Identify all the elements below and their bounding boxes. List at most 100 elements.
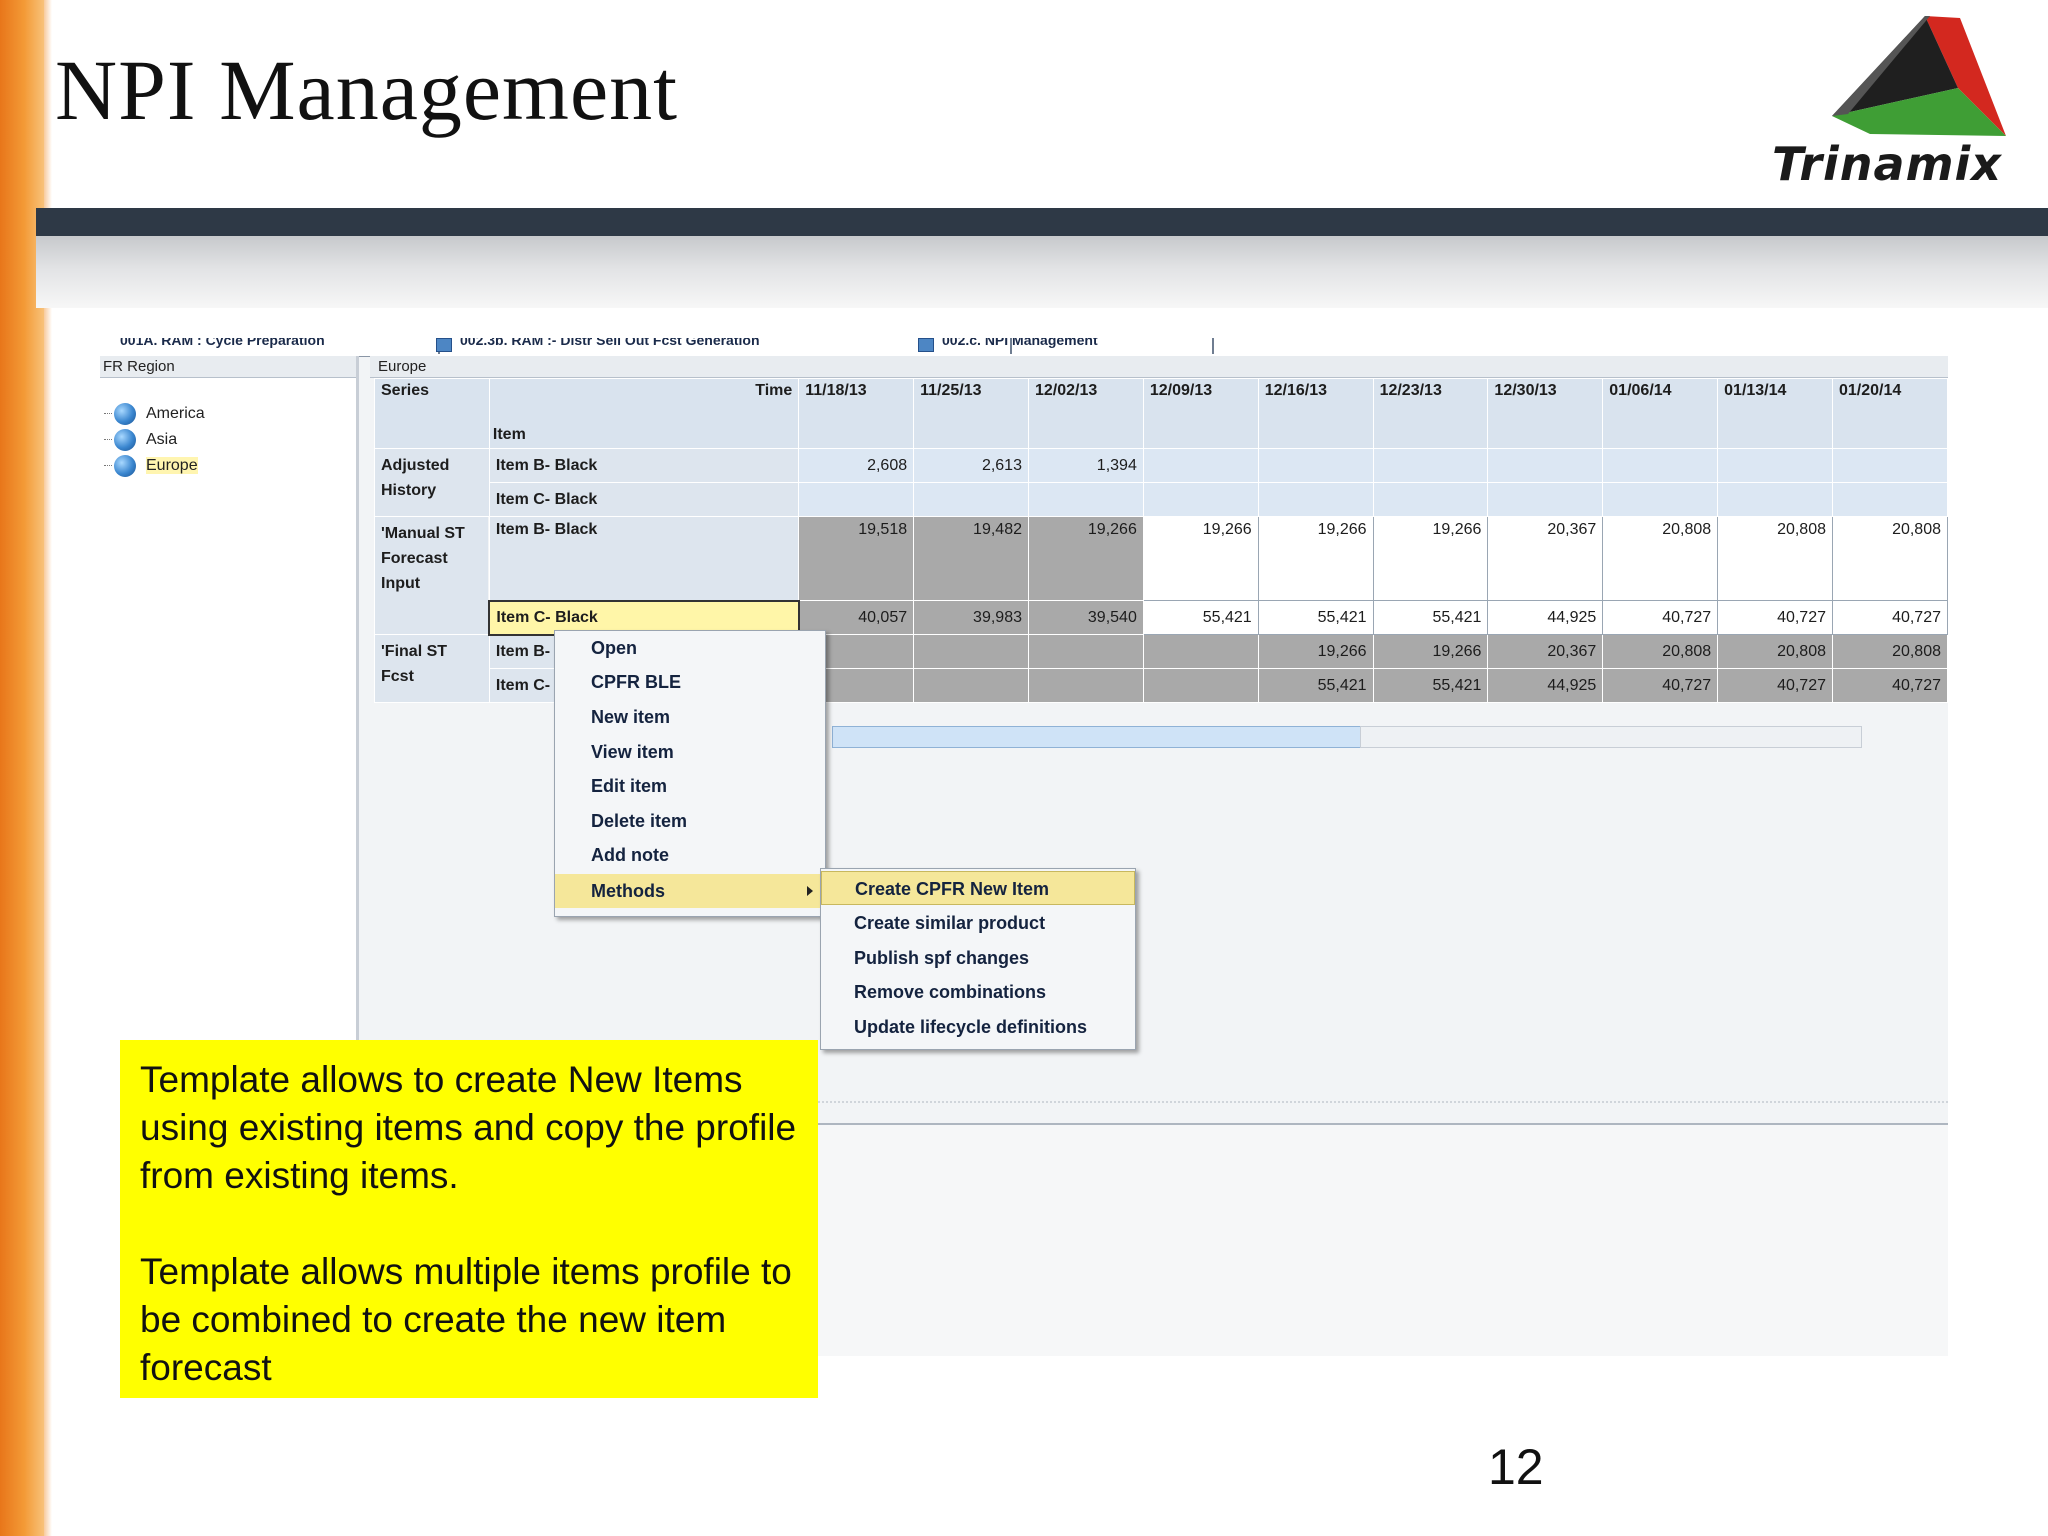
value-cell[interactable]: 19,266 xyxy=(1257,634,1374,669)
value-cell[interactable]: 2,613 xyxy=(913,448,1029,483)
value-cell[interactable]: 20,808 xyxy=(1717,634,1833,669)
value-cell[interactable]: 1,394 xyxy=(1027,448,1144,483)
value-cell[interactable]: 55,421 xyxy=(1257,600,1374,635)
value-cell[interactable] xyxy=(798,482,915,517)
menu-item-create-cpfr-new-item[interactable]: Create CPFR New Item xyxy=(821,871,1135,905)
value-cell[interactable] xyxy=(1832,482,1948,517)
value-cell[interactable]: 40,727 xyxy=(1717,600,1833,635)
item-cell[interactable]: Item B- Black xyxy=(488,516,800,601)
menu-item-open[interactable]: Open xyxy=(555,631,825,665)
menu-item-publish-spf-changes[interactable]: Publish spf changes xyxy=(821,941,1135,975)
value-cell[interactable]: 40,727 xyxy=(1717,668,1833,703)
menu-item-view-item[interactable]: View item xyxy=(555,735,825,769)
menu-item-delete-item[interactable]: Delete item xyxy=(555,804,825,838)
value-cell[interactable] xyxy=(913,634,1029,669)
region-label: Asia xyxy=(146,431,178,448)
value-cell[interactable] xyxy=(1027,634,1144,669)
value-cell[interactable]: 40,727 xyxy=(1602,600,1719,635)
header-strip xyxy=(36,208,2048,236)
value-cell[interactable] xyxy=(1142,448,1259,483)
value-cell[interactable] xyxy=(1372,448,1489,483)
region-america[interactable]: America xyxy=(104,402,205,426)
menu-item-cpfr-ble[interactable]: CPFR BLE xyxy=(555,665,825,699)
value-cell[interactable]: 20,808 xyxy=(1832,516,1948,601)
value-cell[interactable]: 44,925 xyxy=(1487,668,1604,703)
value-cell[interactable] xyxy=(1142,668,1259,703)
time-header: Time xyxy=(755,382,793,399)
date-header: 11/18/13 xyxy=(798,378,915,449)
globe-icon xyxy=(114,403,136,425)
value-cell[interactable] xyxy=(1372,482,1489,517)
table-row: Adjusted History Item B- Black 2,608 2,6… xyxy=(374,448,1948,517)
date-header: 12/02/13 xyxy=(1027,378,1144,449)
value-cell[interactable] xyxy=(1602,482,1719,517)
value-cell[interactable] xyxy=(913,482,1029,517)
horizontal-scrollbar-thumb[interactable] xyxy=(832,726,1362,748)
value-cell[interactable]: 20,808 xyxy=(1602,634,1719,669)
value-cell[interactable] xyxy=(1142,482,1259,517)
menu-item-add-note[interactable]: Add note xyxy=(555,838,825,872)
value-cell[interactable]: 40,727 xyxy=(1832,600,1948,635)
value-cell[interactable] xyxy=(1717,448,1833,483)
value-cell[interactable]: 40,727 xyxy=(1602,668,1719,703)
value-cell[interactable] xyxy=(1142,634,1259,669)
item-cell[interactable]: Item C- Black xyxy=(488,482,800,517)
region-europe[interactable]: Europe xyxy=(104,454,198,478)
value-cell[interactable]: 20,808 xyxy=(1717,516,1833,601)
menu-item-create-similar-product[interactable]: Create similar product xyxy=(821,906,1135,940)
header-shadow xyxy=(36,236,2048,308)
page-number: 12 xyxy=(1488,1439,1544,1495)
menu-item-methods[interactable]: Methods xyxy=(555,874,825,908)
region-label: America xyxy=(146,405,205,422)
callout-box: Template allows to create New Items usin… xyxy=(120,1040,818,1398)
value-cell[interactable]: 19,266 xyxy=(1142,516,1259,601)
table-row: 'Manual ST Forecast Input Item B- Black … xyxy=(374,516,1948,635)
worksheet-icon xyxy=(918,338,934,352)
callout-paragraph: Template allows multiple items profile t… xyxy=(140,1251,792,1388)
value-cell[interactable]: 19,266 xyxy=(1372,516,1489,601)
tab-npi-management[interactable]: 002.c. NPI Management xyxy=(912,338,1214,354)
date-header: 12/16/13 xyxy=(1257,378,1374,449)
value-cell[interactable]: 19,266 xyxy=(1257,516,1374,601)
value-cell[interactable]: 44,925 xyxy=(1487,600,1604,635)
value-cell[interactable] xyxy=(1257,482,1374,517)
value-cell[interactable]: 55,421 xyxy=(1142,600,1259,635)
slide-title: NPI Management xyxy=(55,42,679,138)
tab-cycle-preparation[interactable]: 001A. RAM : Cycle Preparation xyxy=(100,338,440,354)
value-cell[interactable]: 20,808 xyxy=(1602,516,1719,601)
date-header: 12/09/13 xyxy=(1142,378,1259,449)
value-cell[interactable] xyxy=(913,668,1029,703)
value-cell[interactable] xyxy=(1602,448,1719,483)
value-cell[interactable]: 39,983 xyxy=(913,600,1029,635)
value-cell[interactable]: 55,421 xyxy=(1372,600,1489,635)
value-cell[interactable]: 55,421 xyxy=(1372,668,1489,703)
value-cell[interactable]: 20,367 xyxy=(1487,634,1604,669)
menu-item-label: Methods xyxy=(591,881,665,901)
value-cell[interactable]: 19,266 xyxy=(1372,634,1489,669)
value-cell[interactable]: 20,367 xyxy=(1487,516,1604,601)
tab-label: 001A. RAM : Cycle Preparation xyxy=(120,338,325,348)
value-cell[interactable] xyxy=(1487,448,1604,483)
value-cell[interactable]: 39,540 xyxy=(1027,600,1144,635)
tab-label: 002.3b. RAM :- Distr Sell Out Fcst Gener… xyxy=(460,338,760,348)
menu-item-edit-item[interactable]: Edit item xyxy=(555,769,825,803)
value-cell[interactable]: 55,421 xyxy=(1257,668,1374,703)
value-cell[interactable]: 19,482 xyxy=(913,516,1029,601)
menu-item-new-item[interactable]: New item xyxy=(555,700,825,734)
value-cell[interactable] xyxy=(1257,448,1374,483)
value-cell[interactable] xyxy=(1487,482,1604,517)
value-cell[interactable] xyxy=(1832,448,1948,483)
value-cell[interactable]: 40,727 xyxy=(1832,668,1948,703)
horizontal-scrollbar-track[interactable] xyxy=(1360,726,1862,748)
value-cell[interactable] xyxy=(1027,668,1144,703)
value-cell[interactable]: 20,808 xyxy=(1832,634,1948,669)
value-cell[interactable]: 2,608 xyxy=(798,448,915,483)
menu-item-update-lifecycle-definitions[interactable]: Update lifecycle definitions xyxy=(821,1010,1135,1044)
value-cell[interactable]: 19,518 xyxy=(798,516,915,601)
value-cell[interactable] xyxy=(1717,482,1833,517)
menu-item-remove-combinations[interactable]: Remove combinations xyxy=(821,975,1135,1009)
region-asia[interactable]: Asia xyxy=(104,428,178,452)
item-cell[interactable]: Item B- Black xyxy=(488,448,800,483)
value-cell[interactable]: 19,266 xyxy=(1027,516,1144,601)
value-cell[interactable] xyxy=(1027,482,1144,517)
